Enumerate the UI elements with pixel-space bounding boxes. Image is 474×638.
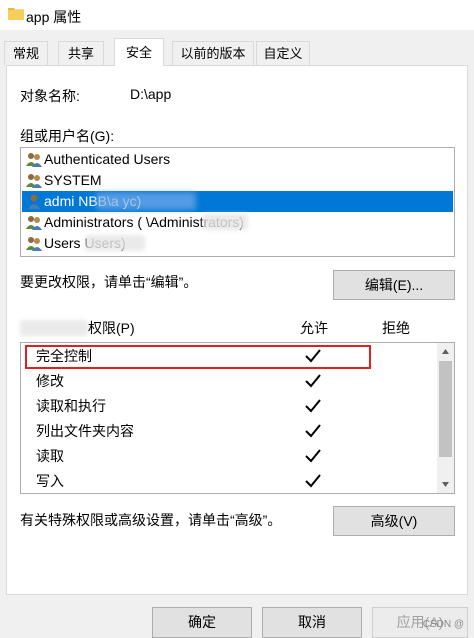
list-item[interactable]: SYSTEM	[22, 170, 453, 191]
checkmark-icon	[305, 399, 321, 413]
permissions-listbox[interactable]: 完全控制 修改 读取和执行 列出文件夹内容 读取 写入	[20, 342, 455, 494]
user-name: SYSTEM	[44, 172, 102, 188]
tab-security[interactable]: 安全	[114, 38, 164, 66]
watermark-text: CSDN @	[422, 619, 464, 630]
permission-name: 读取	[36, 448, 64, 464]
permission-name: 读取和执行	[36, 398, 106, 414]
groups-label: 组或用户名(G):	[20, 128, 115, 144]
edit-hint: 要更改权限，请单击“编辑”。	[20, 274, 198, 290]
cancel-button[interactable]: 取消	[262, 607, 362, 638]
ok-button[interactable]: 确定	[152, 607, 252, 638]
permission-row: 读取和执行	[21, 394, 436, 419]
groups-listbox[interactable]: Authenticated Users SYSTEM admi NBB\a yc…	[20, 147, 455, 257]
redaction-mark	[96, 192, 196, 210]
scroll-thumb[interactable]	[439, 361, 452, 457]
users-icon	[26, 153, 42, 167]
permission-name: 列出文件夹内容	[36, 423, 134, 439]
list-item-selected[interactable]: admi NBB\a yc)	[22, 191, 453, 212]
folder-icon	[8, 8, 24, 20]
users-icon	[26, 237, 42, 251]
permission-name: 修改	[36, 373, 64, 389]
user-icon	[28, 194, 40, 209]
tab-customize[interactable]: 自定义	[256, 41, 310, 65]
checkmark-icon	[305, 374, 321, 388]
redaction-mark	[20, 320, 88, 336]
window-title: app 属性	[26, 9, 82, 25]
permission-row: 写入	[21, 469, 436, 493]
edit-button[interactable]: 编辑(E)...	[333, 270, 455, 300]
title-bar: app 属性	[0, 0, 474, 30]
scroll-down-icon[interactable]	[437, 476, 454, 493]
checkmark-icon	[305, 424, 321, 438]
annotation-highlight-box	[25, 345, 371, 369]
user-name: Authenticated Users	[44, 151, 171, 167]
deny-column-header: 拒绝	[382, 320, 410, 336]
checkmark-icon	[305, 474, 321, 488]
redaction-mark	[85, 235, 145, 251]
advanced-button[interactable]: 高级(V)	[333, 506, 455, 536]
list-item[interactable]: Authenticated Users	[22, 149, 453, 170]
tab-previous-versions[interactable]: 以前的版本	[172, 41, 254, 65]
scroll-up-icon[interactable]	[437, 343, 454, 360]
users-icon	[26, 216, 42, 230]
vertical-scrollbar[interactable]	[437, 343, 454, 493]
permission-row: 完全控制	[21, 344, 436, 369]
advanced-hint: 有关特殊权限或高级设置，请单击“高级”。	[20, 512, 282, 528]
allow-column-header: 允许	[300, 320, 328, 336]
redaction-mark	[203, 214, 248, 230]
permissions-header: 权限(P)	[88, 320, 135, 336]
tab-strip: 常规 共享 安全 以前的版本 自定义	[0, 38, 474, 66]
permission-row: 列出文件夹内容	[21, 419, 436, 444]
permission-row: 读取	[21, 444, 436, 469]
permission-row: 修改	[21, 369, 436, 394]
checkmark-icon	[305, 449, 321, 463]
users-icon	[26, 174, 42, 188]
object-name-label: 对象名称:	[20, 88, 80, 104]
permission-name: 写入	[36, 473, 64, 489]
tab-general[interactable]: 常规	[4, 41, 48, 65]
object-name-value: D:\app	[130, 86, 172, 102]
tab-sharing[interactable]: 共享	[58, 41, 104, 65]
